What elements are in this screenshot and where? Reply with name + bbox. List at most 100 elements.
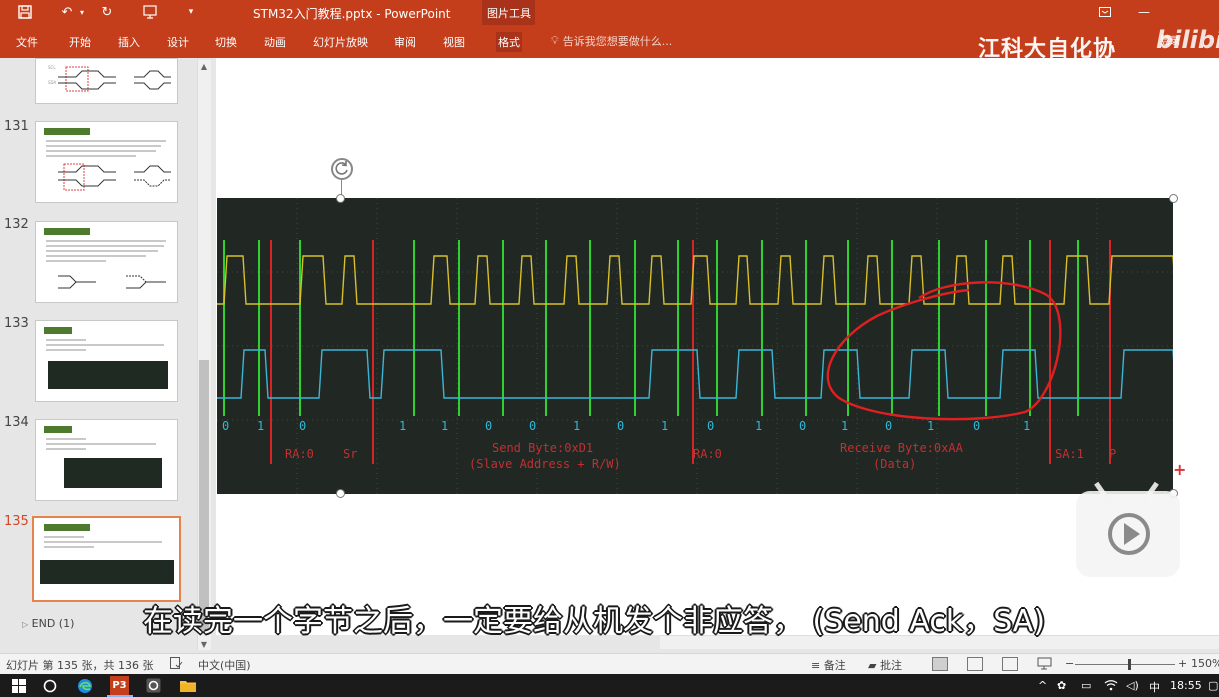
thumb-timing-diagram xyxy=(58,275,166,289)
notification-icon[interactable]: ▢ xyxy=(1208,679,1218,692)
section-end[interactable]: ▷ END (1) xyxy=(22,617,74,630)
status-bar: 幻灯片 第 135 张，共 136 张 中文(中国) ≡ 备注 ▰ 批注 − +… xyxy=(0,653,1219,674)
slideshow-from-start-icon[interactable] xyxy=(140,3,160,21)
slide-thumbnail-135[interactable] xyxy=(32,516,181,602)
language-indicator[interactable]: 中文(中国) xyxy=(198,657,251,673)
bit-label: 1 xyxy=(755,419,762,433)
tab-view[interactable]: 视图 xyxy=(441,32,467,52)
thumb-text-line xyxy=(44,536,84,538)
thumb-text-line xyxy=(46,438,86,440)
thumb-scope-image xyxy=(64,458,162,488)
undo-icon[interactable]: ↶ xyxy=(58,3,76,21)
picture-tools-label: 图片工具 xyxy=(487,7,531,20)
save-icon[interactable] xyxy=(15,3,35,21)
clock[interactable]: 18:55 xyxy=(1170,679,1202,692)
volume-icon[interactable]: ◁) xyxy=(1126,679,1139,692)
comments-button[interactable]: ▰ 批注 xyxy=(868,657,902,673)
slide-number: 131 xyxy=(4,119,29,134)
ribbon-display-options-icon[interactable] xyxy=(1095,3,1115,21)
bit-label: 1 xyxy=(1023,419,1030,433)
slideshow-view-icon[interactable] xyxy=(1037,657,1053,671)
search-icon[interactable] xyxy=(40,676,59,695)
scroll-down-icon[interactable]: ▼ xyxy=(199,640,209,650)
thumb-text-line xyxy=(46,240,166,242)
bit-label: 1 xyxy=(573,419,580,433)
customize-quick-access-icon[interactable]: ▾ xyxy=(184,3,198,21)
slide-sorter-view-icon[interactable] xyxy=(967,657,983,671)
slide-thumbnail-131[interactable] xyxy=(35,121,178,203)
undo-dropdown-icon[interactable]: ▾ xyxy=(76,3,88,21)
minimize-icon[interactable]: — xyxy=(1134,3,1154,21)
scroll-up-icon[interactable]: ▲ xyxy=(199,62,209,72)
tray-camera-icon[interactable]: ▭ xyxy=(1081,679,1091,692)
svg-text:SCL: SCL xyxy=(48,65,56,70)
screen-recorder-icon[interactable] xyxy=(144,676,163,695)
tab-transitions[interactable]: 切换 xyxy=(213,32,239,52)
rotate-handle-icon[interactable] xyxy=(331,158,353,180)
add-icon: + xyxy=(1173,460,1187,479)
tab-design[interactable]: 设计 xyxy=(165,32,191,52)
section-collapse-icon: ▷ xyxy=(22,620,29,629)
zoom-slider-thumb[interactable] xyxy=(1128,659,1131,670)
bit-label: 1 xyxy=(927,419,934,433)
tray-app-icon[interactable]: ✿ xyxy=(1057,679,1066,692)
windows-start-icon[interactable] xyxy=(9,676,28,695)
tab-format[interactable]: 格式 xyxy=(496,32,522,52)
play-icon[interactable] xyxy=(1124,523,1140,545)
tab-review[interactable]: 审阅 xyxy=(392,32,418,52)
tray-expand-icon[interactable]: ^ xyxy=(1038,679,1047,692)
slide-thumbnail-134[interactable] xyxy=(35,419,178,501)
thumb-text-line xyxy=(46,448,86,450)
notes-button[interactable]: ≡ 备注 xyxy=(811,657,846,673)
reading-view-icon[interactable] xyxy=(1002,657,1018,671)
edge-browser-icon[interactable] xyxy=(75,676,94,695)
slide-thumbnail-133[interactable] xyxy=(35,320,178,402)
tab-slideshow[interactable]: 幻灯片放映 xyxy=(311,32,370,52)
thumb-title-bar xyxy=(44,327,72,334)
file-explorer-icon[interactable] xyxy=(178,676,197,695)
comments-label: 批注 xyxy=(879,659,902,672)
slide-thumbnail-132[interactable] xyxy=(35,221,178,303)
ime-indicator[interactable]: 中 xyxy=(1149,679,1160,695)
label-p: P xyxy=(1109,447,1116,461)
label-sa1: SA:1 xyxy=(1055,447,1084,461)
thumb-text-line xyxy=(46,155,136,157)
thumb-text-line xyxy=(44,546,94,548)
thumb-text-line xyxy=(46,145,161,147)
tab-file[interactable]: 文件 xyxy=(14,32,40,52)
thumbnail-scrollbar-thumb[interactable] xyxy=(199,360,209,630)
label-receive-sub: (Data) xyxy=(873,457,916,471)
zoom-in-icon[interactable]: + xyxy=(1178,657,1187,670)
bit-label: 0 xyxy=(885,419,892,433)
resize-handle-nw[interactable] xyxy=(336,194,345,203)
redo-icon[interactable]: ↻ xyxy=(98,3,116,21)
thumb-title-bar xyxy=(44,128,90,135)
normal-view-icon[interactable] xyxy=(932,657,948,671)
powerpoint-icon[interactable]: P3 xyxy=(110,676,129,695)
oscilloscope-image[interactable]: 0 1 0 1 1 0 0 1 0 1 0 1 0 1 0 1 0 1 RA:0 Sr Send Byte:0xD… xyxy=(217,198,1173,494)
resize-handle-sw[interactable] xyxy=(336,489,345,498)
slide-count: 幻灯片 第 135 张，共 136 张 xyxy=(6,659,154,672)
tab-animations[interactable]: 动画 xyxy=(262,32,288,52)
zoom-level[interactable]: 150% xyxy=(1191,657,1219,670)
sign-in-link[interactable]: 登录 xyxy=(1160,32,1180,47)
thumb-title-bar xyxy=(44,426,72,433)
slide-thumbnail-130[interactable]: SCL SDA xyxy=(35,58,178,104)
bit-label: 0 xyxy=(973,419,980,433)
thumb-title-bar xyxy=(44,524,90,531)
resize-handle-ne[interactable] xyxy=(1169,194,1178,203)
bit-label: 1 xyxy=(441,419,448,433)
document-title: STM32入门教程.pptx - PowerPoint xyxy=(253,7,451,21)
bit-label: 1 xyxy=(661,419,668,433)
zoom-out-icon[interactable]: − xyxy=(1065,657,1074,670)
tab-insert[interactable]: 插入 xyxy=(116,32,142,52)
wifi-icon[interactable] xyxy=(1104,679,1118,694)
zoom-slider[interactable] xyxy=(1075,664,1175,665)
thumb-timing-diagram xyxy=(58,163,171,191)
spellcheck-icon[interactable] xyxy=(170,657,183,672)
label-ra0-first: RA:0 xyxy=(285,447,314,461)
label-send-sub: (Slave Address + R/W) xyxy=(469,457,621,471)
tab-home[interactable]: 开始 xyxy=(67,32,93,52)
thumb-text-line xyxy=(46,255,146,257)
tell-me-box[interactable]: 💡︎ 告诉我您想要做什么... xyxy=(551,33,672,49)
